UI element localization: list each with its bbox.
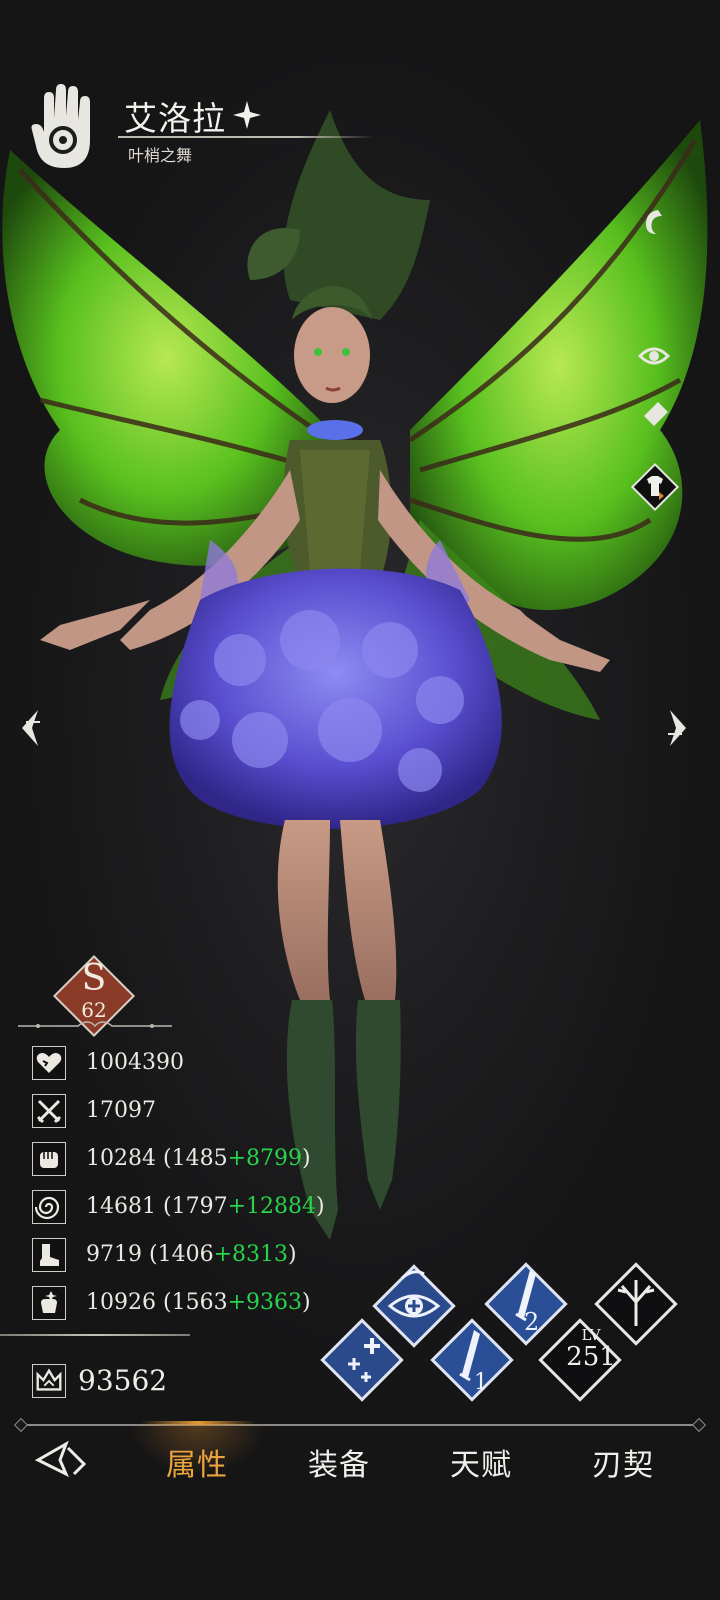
back-arrow-icon[interactable] (34, 1440, 90, 1478)
outfit-switch-button[interactable] (630, 462, 680, 512)
tab-attributes[interactable]: 属性 (166, 1440, 228, 1484)
stat-spirit-base: (1563 (156, 1290, 228, 1315)
stat-agility-bonus: +8313 (213, 1242, 288, 1267)
hand-sparkle-icon (32, 1286, 66, 1320)
nav-active-indicator (140, 1421, 256, 1425)
stat-row-intellect: 14681 (1797+12884) (32, 1190, 352, 1226)
outfit-name: 叶梢之舞 (128, 146, 193, 165)
stat-spirit-value: 10926 (86, 1290, 156, 1315)
stat-attack-value: 17097 (86, 1098, 156, 1123)
stat-agility-value: 9719 (86, 1242, 142, 1267)
character-name: 艾洛拉 (124, 99, 226, 138)
stat-intellect-bonus: +12884 (227, 1194, 316, 1219)
stat-strength-bonus: +8799 (227, 1146, 302, 1171)
eye-icon[interactable] (638, 340, 670, 372)
grade-ornament (18, 1021, 172, 1028)
stat-row-spirit: 10926 (1563+9363) (32, 1286, 352, 1322)
skill-1-number: 1 (474, 1370, 488, 1395)
tab-blade-pact[interactable]: 刃契 (592, 1440, 654, 1484)
stat-row-strength: 10284 (1485+8799) (32, 1142, 352, 1178)
stat-spirit-close: ) (302, 1290, 311, 1315)
skill-plus-button[interactable] (314, 1312, 410, 1408)
stat-intellect-base: (1797 (156, 1194, 228, 1219)
stat-strength-close: ) (302, 1146, 311, 1171)
crown-power-icon (32, 1364, 66, 1398)
skill-blade-1-button[interactable] (424, 1312, 520, 1408)
fist-icon (32, 1142, 66, 1176)
previous-arrow-icon[interactable] (14, 706, 44, 750)
stat-row-attack: 17097 (32, 1094, 352, 1130)
level-value: 251 (566, 1342, 616, 1372)
class-hand-icon (31, 84, 90, 168)
heart-icon (32, 1046, 66, 1080)
name-underline (118, 136, 374, 138)
stat-intellect-close: ) (316, 1194, 325, 1219)
combat-power-value: 93562 (78, 1364, 168, 1397)
star-icon (233, 101, 261, 129)
stats-divider (0, 1334, 190, 1336)
next-arrow-icon[interactable] (664, 706, 694, 750)
stat-strength-value: 10284 (86, 1146, 156, 1171)
stat-hp-value: 1004390 (86, 1050, 184, 1075)
tab-equipment[interactable]: 装备 (308, 1440, 370, 1484)
dye-icon[interactable] (638, 206, 670, 238)
tab-talent[interactable]: 天赋 (450, 1440, 512, 1484)
stat-row-hp: 1004390 (32, 1046, 352, 1082)
stat-agility-base: (1406 (142, 1242, 214, 1267)
eraser-icon[interactable] (640, 396, 672, 428)
stat-spirit-bonus: +9363 (227, 1290, 302, 1315)
stat-agility-close: ) (288, 1242, 297, 1267)
nav-top-line (20, 1424, 700, 1426)
stat-row-agility: 9719 (1406+8313) (32, 1238, 352, 1274)
grade-letter: S (81, 958, 107, 999)
stat-intellect-value: 14681 (86, 1194, 156, 1219)
crossed-swords-icon (32, 1094, 66, 1128)
stat-strength-base: (1485 (156, 1146, 228, 1171)
spiral-icon (32, 1190, 66, 1224)
boot-icon (32, 1238, 66, 1272)
